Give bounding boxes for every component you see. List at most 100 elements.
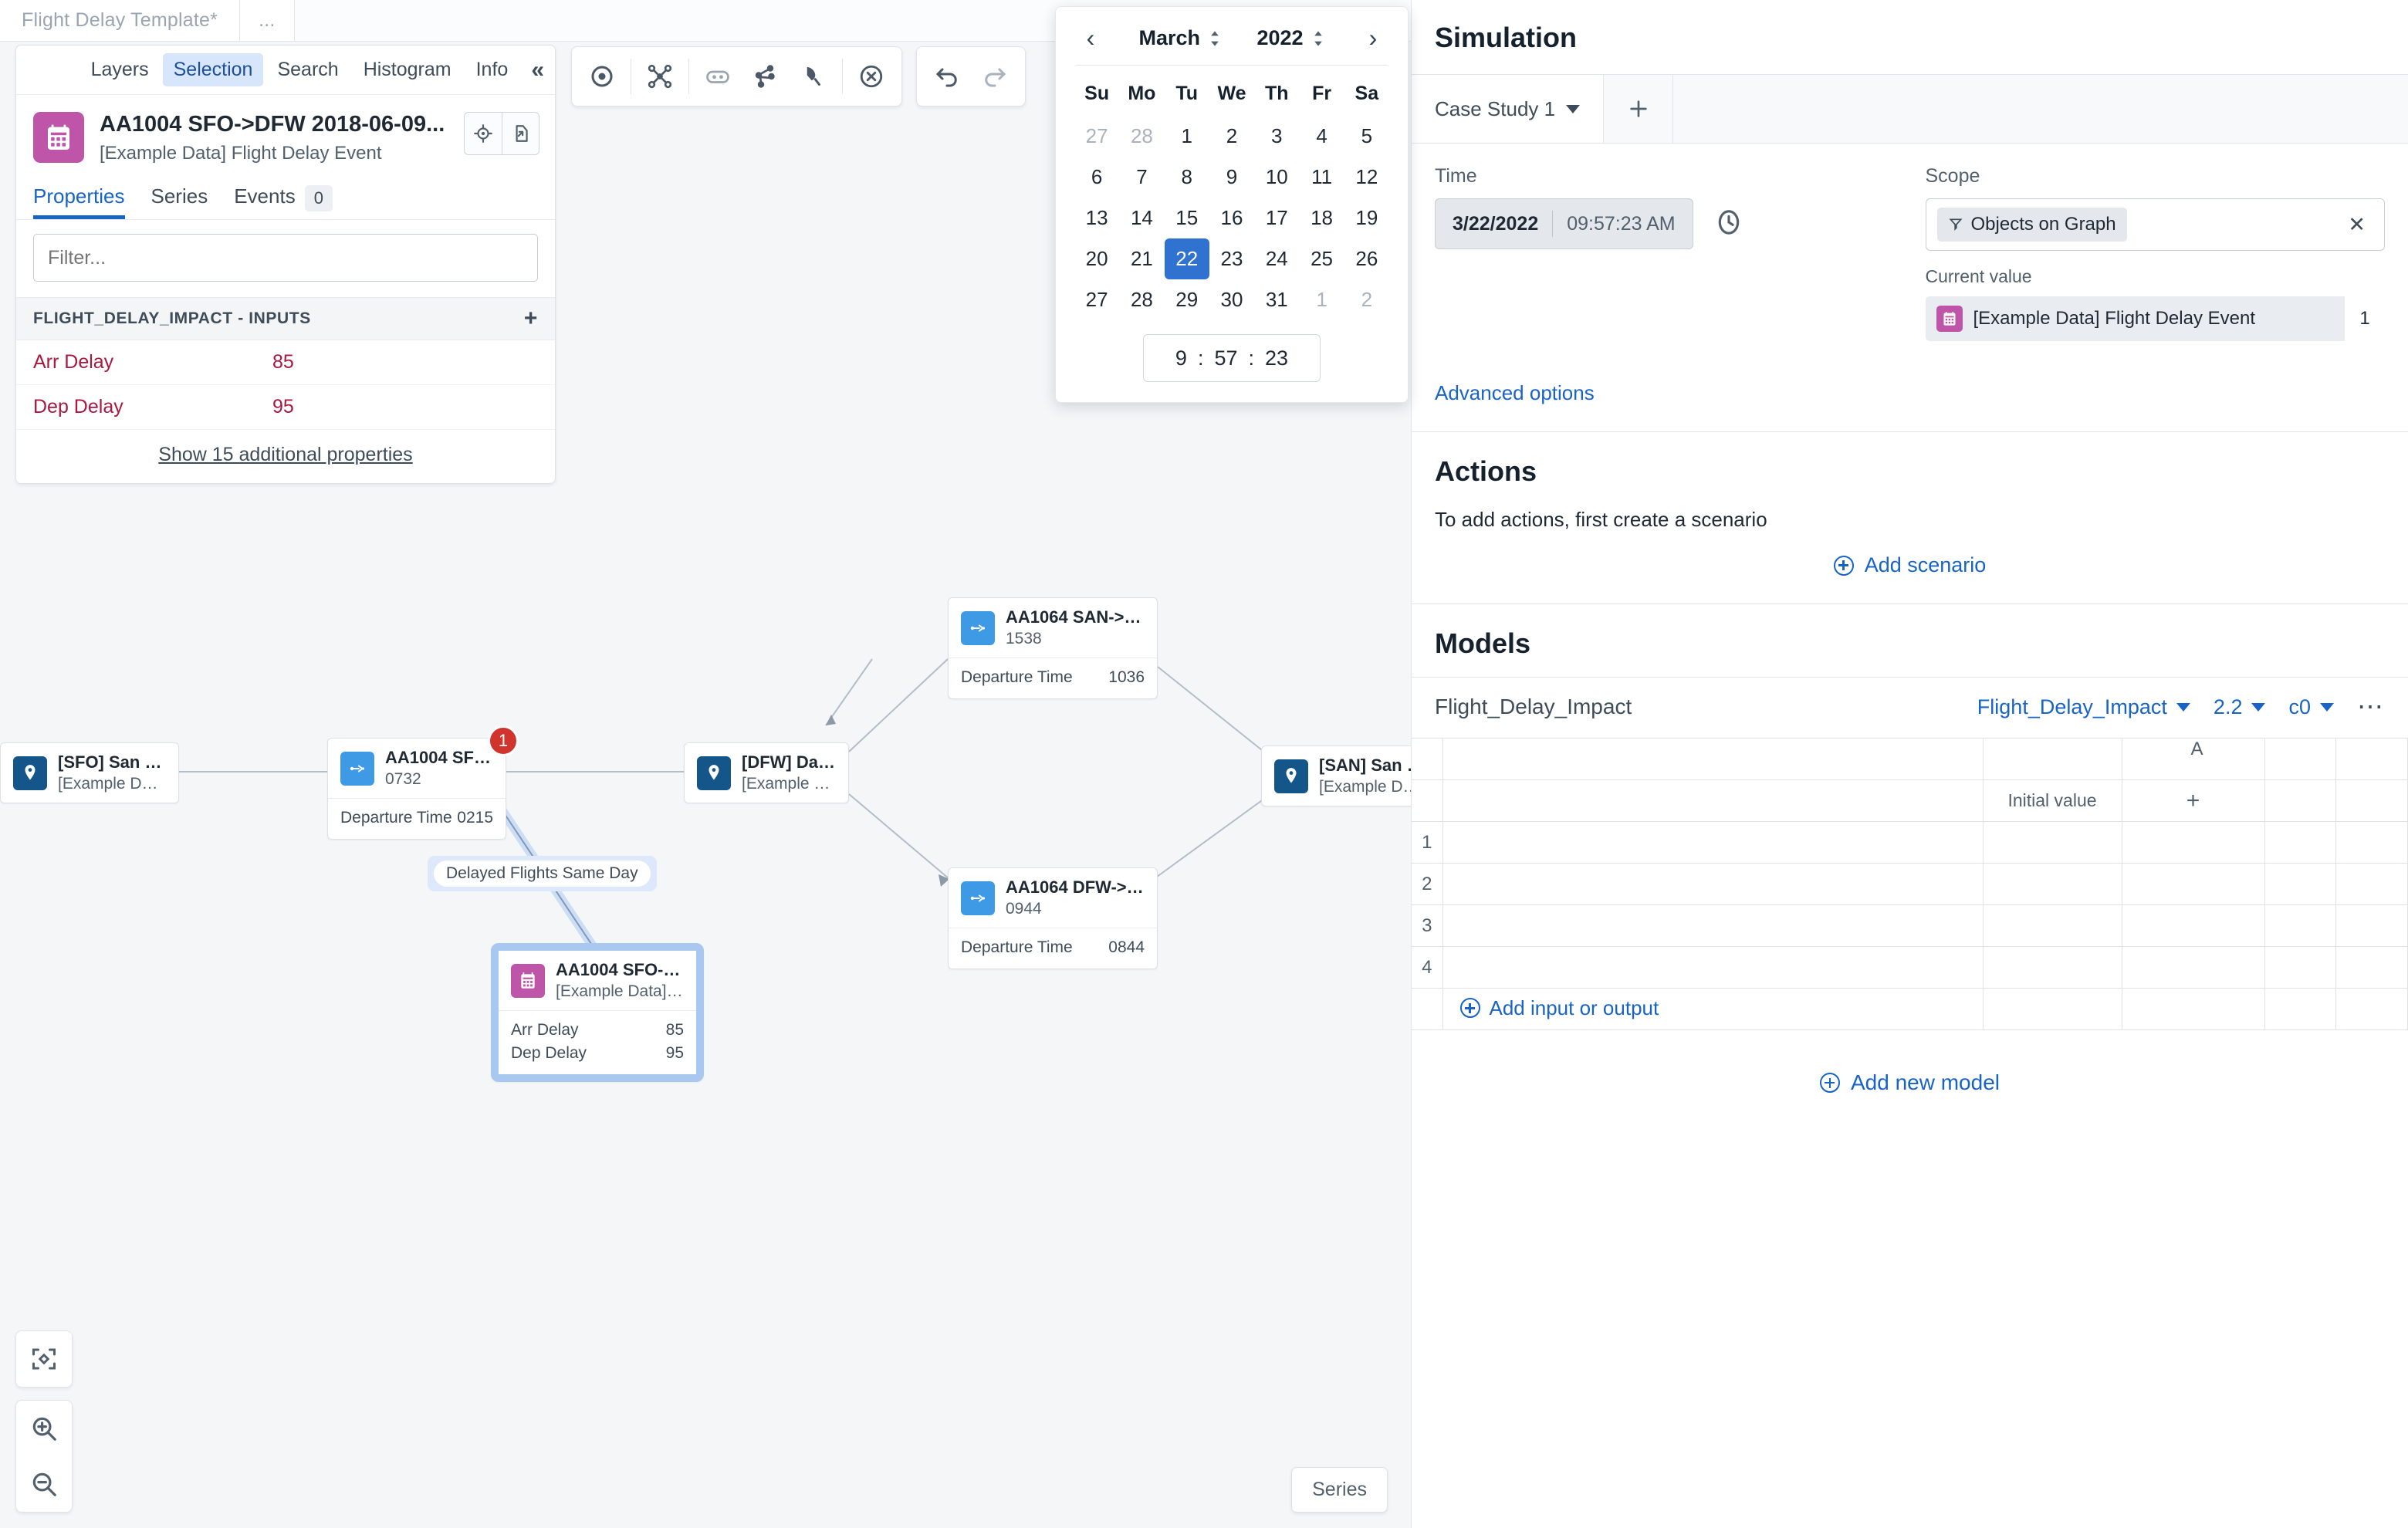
graph-node-flight-aa1004[interactable]: 1 AA1004 SFO->DFW 2018... 0732 Departure… bbox=[327, 725, 519, 840]
zoom-in-icon[interactable] bbox=[16, 1401, 72, 1456]
day-cell[interactable]: 4 bbox=[1299, 116, 1344, 157]
day-cell[interactable]: 28 bbox=[1119, 116, 1164, 157]
cell-name[interactable] bbox=[1442, 863, 1984, 905]
pill-toggle-icon[interactable] bbox=[694, 52, 742, 100]
cell-initial[interactable] bbox=[1982, 946, 2122, 989]
cell-c[interactable] bbox=[2335, 904, 2408, 947]
day-cell[interactable]: 28 bbox=[1119, 279, 1164, 320]
chevron-left-icon[interactable]: ‹ bbox=[1077, 24, 1104, 52]
tab-overflow-button[interactable]: ... bbox=[240, 0, 295, 41]
time-hours[interactable]: 9 bbox=[1175, 347, 1187, 370]
simulation-time-field[interactable]: 3/22/2022 09:57:23 AM bbox=[1435, 198, 1693, 249]
simulation-date-value[interactable]: 3/22/2022 bbox=[1439, 213, 1552, 235]
cell-c[interactable] bbox=[2335, 863, 2408, 905]
day-cell[interactable]: 25 bbox=[1299, 238, 1344, 279]
cell-a[interactable] bbox=[2121, 946, 2265, 989]
locate-icon[interactable] bbox=[465, 113, 502, 154]
graph-node-airport-san[interactable]: [SAN] San Diego Int [Example Data] Airpo bbox=[1261, 745, 1411, 806]
cell-initial[interactable] bbox=[1982, 904, 2122, 947]
table-row[interactable]: 2 bbox=[1412, 863, 2408, 905]
day-cell[interactable]: 1 bbox=[1299, 279, 1344, 320]
day-cell[interactable]: 20 bbox=[1074, 238, 1119, 279]
day-cell[interactable]: 1 bbox=[1165, 116, 1209, 157]
property-group-header[interactable]: FLIGHT_DELAY_IMPACT - INPUTS + bbox=[16, 298, 555, 340]
scope-field[interactable]: Objects on Graph ✕ bbox=[1925, 198, 2385, 251]
year-select[interactable]: 2022 bbox=[1256, 26, 1324, 50]
cell-a[interactable] bbox=[2121, 863, 2265, 905]
graph-node-airport-sfo[interactable]: [SFO] San Francisco ... [Example Data] A… bbox=[0, 742, 179, 803]
add-input-or-output-cell[interactable]: Add input or output bbox=[1442, 988, 1984, 1030]
tab-histogram[interactable]: Histogram bbox=[353, 53, 462, 86]
day-cell[interactable]: 2 bbox=[1344, 279, 1389, 320]
day-cell[interactable]: 14 bbox=[1119, 198, 1164, 238]
clock-icon[interactable] bbox=[1713, 207, 1744, 242]
day-cell[interactable]: 3 bbox=[1254, 116, 1299, 157]
cell-a[interactable] bbox=[2121, 904, 2265, 947]
day-cell[interactable]: 26 bbox=[1344, 238, 1389, 279]
day-cell[interactable]: 31 bbox=[1254, 279, 1299, 320]
fit-to-screen-box[interactable] bbox=[15, 1330, 73, 1388]
graph-node-flight-aa1064-san-dfw[interactable]: AA1064 SAN->DFW 2018... 1538 Departure T… bbox=[948, 597, 1158, 699]
more-horizontal-icon[interactable]: ⋯ bbox=[2357, 694, 2385, 720]
cell-c[interactable] bbox=[2335, 946, 2408, 989]
zoom-out-icon[interactable] bbox=[16, 1456, 72, 1512]
redo-icon[interactable] bbox=[971, 52, 1019, 100]
table-row[interactable]: 1 bbox=[1412, 821, 2408, 864]
cell-c[interactable] bbox=[2335, 821, 2408, 864]
time-stepper[interactable]: 9 : 57 : 23 bbox=[1143, 334, 1321, 382]
cell-name[interactable] bbox=[1442, 904, 1984, 947]
undo-icon[interactable] bbox=[923, 52, 971, 100]
cell-b[interactable] bbox=[2264, 863, 2337, 905]
tab-selection[interactable]: Selection bbox=[162, 53, 264, 86]
cell-b[interactable] bbox=[2264, 821, 2337, 864]
day-cell[interactable]: 27 bbox=[1074, 116, 1119, 157]
add-input-or-output-button[interactable]: Add input or output bbox=[1459, 996, 1659, 1020]
chevron-double-left-icon[interactable]: « bbox=[531, 58, 544, 82]
day-cell[interactable]: 7 bbox=[1119, 157, 1164, 198]
cell-initial[interactable] bbox=[1982, 821, 2122, 864]
advanced-options-link[interactable]: Advanced options bbox=[1412, 341, 2408, 431]
scope-chip[interactable]: Objects on Graph bbox=[1936, 208, 2127, 242]
day-cell[interactable]: 24 bbox=[1254, 238, 1299, 279]
day-cell[interactable]: 29 bbox=[1165, 279, 1209, 320]
property-row-arr-delay[interactable]: Arr Delay 85 bbox=[16, 340, 555, 385]
model-select-dropdown[interactable]: Flight_Delay_Impact bbox=[1977, 695, 2190, 719]
cell-b[interactable] bbox=[2264, 904, 2337, 947]
tab-events[interactable]: Events bbox=[234, 177, 296, 219]
simulation-clock-value[interactable]: 09:57:23 AM bbox=[1553, 213, 1689, 235]
export-icon[interactable] bbox=[502, 113, 539, 154]
day-cell[interactable]: 18 bbox=[1299, 198, 1344, 238]
chevron-right-icon[interactable]: › bbox=[1360, 24, 1386, 52]
graph-node-event-selected[interactable]: AA1004 SFO->DFW 2018... [Example Data] F… bbox=[491, 943, 704, 1082]
tab-series[interactable]: Series bbox=[151, 177, 208, 219]
filter-input[interactable] bbox=[33, 234, 538, 282]
property-row-dep-delay[interactable]: Dep Delay 95 bbox=[16, 385, 555, 430]
cell-initial[interactable] bbox=[1982, 863, 2122, 905]
day-cell[interactable]: 21 bbox=[1119, 238, 1164, 279]
add-column-button[interactable]: + bbox=[2121, 779, 2265, 822]
day-cell[interactable]: 11 bbox=[1299, 157, 1344, 198]
clear-circle-icon[interactable] bbox=[847, 52, 895, 100]
pen-icon[interactable] bbox=[790, 52, 837, 100]
day-cell[interactable]: 30 bbox=[1209, 279, 1254, 320]
day-cell-selected[interactable]: 22 bbox=[1164, 238, 1209, 279]
current-value-row[interactable]: [Example Data] Flight Delay Event 1 bbox=[1925, 296, 2385, 341]
graph-node-airport-dfw[interactable]: [DFW] Dallas/Fort W... [Example Data] Ai… bbox=[684, 742, 849, 803]
fit-to-screen-icon[interactable] bbox=[16, 1331, 72, 1387]
tab-properties[interactable]: Properties bbox=[33, 177, 125, 219]
graph-expand-icon[interactable] bbox=[636, 52, 684, 100]
day-cell[interactable]: 23 bbox=[1209, 238, 1254, 279]
day-cell[interactable]: 9 bbox=[1209, 157, 1254, 198]
month-select[interactable]: March bbox=[1138, 26, 1222, 50]
close-icon[interactable]: ✕ bbox=[2340, 213, 2373, 237]
cell-name[interactable] bbox=[1442, 946, 1984, 989]
cell-b[interactable] bbox=[2264, 946, 2337, 989]
table-row[interactable]: 4 bbox=[1412, 946, 2408, 989]
tab-layers[interactable]: Layers bbox=[80, 53, 160, 86]
table-row[interactable]: 3 bbox=[1412, 904, 2408, 947]
path-icon[interactable] bbox=[742, 52, 790, 100]
time-seconds[interactable]: 23 bbox=[1265, 347, 1288, 370]
day-cell[interactable]: 27 bbox=[1074, 279, 1119, 320]
day-cell[interactable]: 5 bbox=[1344, 116, 1389, 157]
model-version-dropdown[interactable]: 2.2 bbox=[2214, 695, 2266, 719]
